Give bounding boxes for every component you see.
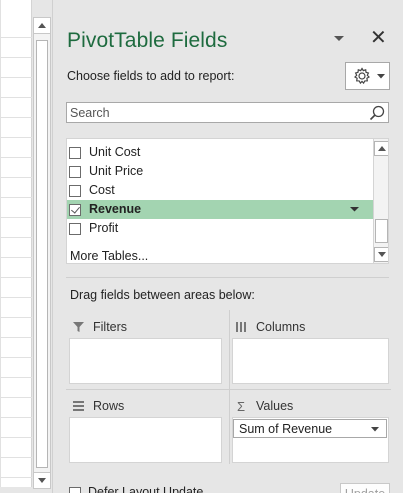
field-row-unit-price[interactable]: Unit Price bbox=[67, 162, 373, 181]
grid-line bbox=[0, 357, 32, 358]
columns-icon bbox=[235, 321, 247, 333]
scroll-thumb[interactable] bbox=[375, 219, 388, 243]
field-checkbox[interactable] bbox=[69, 166, 81, 178]
field-row-cost[interactable]: Cost bbox=[67, 181, 373, 200]
grid-line bbox=[0, 277, 32, 278]
values-area-header: Σ Values bbox=[235, 398, 294, 414]
grid-line bbox=[0, 317, 32, 318]
field-checkbox[interactable] bbox=[69, 147, 81, 159]
area-divider bbox=[229, 310, 230, 464]
field-row-revenue[interactable]: Revenue bbox=[67, 200, 373, 219]
drag-fields-label: Drag fields between areas below: bbox=[70, 288, 255, 302]
grid-line bbox=[0, 337, 32, 338]
scroll-thumb[interactable] bbox=[36, 40, 48, 468]
sheet-vertical-scrollbar[interactable] bbox=[33, 17, 51, 489]
grid-line bbox=[0, 477, 32, 478]
grid-line bbox=[0, 177, 32, 178]
chevron-down-icon[interactable] bbox=[350, 207, 359, 212]
rows-drop-area[interactable] bbox=[69, 417, 222, 463]
grid-line bbox=[0, 437, 32, 438]
pane-title: PivotTable Fields bbox=[67, 29, 228, 52]
arrow-up-icon bbox=[377, 146, 386, 151]
choose-fields-label: Choose fields to add to report: bbox=[67, 69, 235, 83]
columns-drop-area[interactable] bbox=[232, 338, 389, 384]
filters-label: Filters bbox=[93, 320, 128, 334]
field-checkbox-checked[interactable] bbox=[69, 204, 81, 216]
grid-line bbox=[0, 0, 1, 487]
filters-area-header: Filters bbox=[72, 320, 127, 334]
arrow-down-icon bbox=[38, 478, 46, 483]
field-search-box[interactable] bbox=[66, 102, 389, 123]
field-row-partial bbox=[67, 139, 373, 140]
grid-line bbox=[0, 117, 32, 118]
chevron-down-icon bbox=[334, 36, 344, 41]
chevron-down-icon[interactable] bbox=[371, 427, 379, 432]
grid-line bbox=[0, 197, 32, 198]
values-field-label: Sum of Revenue bbox=[239, 422, 333, 436]
scroll-down-button[interactable] bbox=[374, 247, 388, 262]
grid-line bbox=[0, 457, 32, 458]
chevron-down-icon bbox=[377, 73, 385, 78]
update-button[interactable]: Update bbox=[340, 483, 390, 493]
field-label: Unit Price bbox=[89, 164, 144, 178]
field-row-unit-cost[interactable]: Unit Cost bbox=[67, 143, 373, 162]
grid-line bbox=[0, 137, 32, 138]
field-list-scrollbar[interactable] bbox=[373, 139, 388, 263]
grid-line bbox=[0, 37, 32, 38]
search-icon[interactable] bbox=[368, 104, 386, 122]
field-label: Profit bbox=[89, 221, 119, 235]
grid-line bbox=[0, 77, 32, 78]
field-row-profit[interactable]: Profit bbox=[67, 219, 373, 238]
section-divider bbox=[66, 277, 389, 278]
more-tables-link[interactable]: More Tables... bbox=[70, 249, 148, 263]
field-label: Cost bbox=[89, 183, 115, 197]
columns-label: Columns bbox=[256, 320, 306, 334]
worksheet-grid[interactable] bbox=[0, 0, 32, 487]
arrow-down-icon bbox=[377, 252, 386, 257]
defer-layout-label: Defer Layout Update bbox=[88, 485, 204, 493]
pane-options-button[interactable] bbox=[332, 33, 346, 45]
grid-line bbox=[0, 297, 32, 298]
area-divider bbox=[66, 389, 391, 390]
columns-area-header: Columns bbox=[235, 320, 305, 334]
grid-line bbox=[0, 157, 32, 158]
grid-line bbox=[0, 97, 32, 98]
defer-layout-checkbox[interactable] bbox=[69, 487, 81, 493]
search-input[interactable] bbox=[70, 105, 360, 121]
filter-icon bbox=[72, 321, 84, 333]
grid-line bbox=[0, 397, 32, 398]
field-checkbox[interactable] bbox=[69, 223, 81, 235]
grid-line bbox=[0, 257, 32, 258]
field-checkbox[interactable] bbox=[69, 185, 81, 197]
sigma-icon: Σ bbox=[236, 398, 246, 414]
grid-line bbox=[0, 417, 32, 418]
close-icon[interactable]: ✕ bbox=[370, 28, 387, 48]
field-label: Unit Cost bbox=[89, 145, 141, 159]
values-label: Values bbox=[256, 399, 294, 413]
tools-button[interactable] bbox=[345, 62, 390, 90]
scroll-down-button[interactable] bbox=[34, 472, 50, 488]
rows-label: Rows bbox=[93, 399, 125, 413]
values-field-item[interactable]: Sum of Revenue bbox=[233, 419, 387, 438]
field-label: Revenue bbox=[89, 202, 142, 216]
scroll-up-button[interactable] bbox=[34, 18, 50, 34]
grid-line bbox=[0, 57, 32, 58]
filters-drop-area[interactable] bbox=[69, 338, 222, 384]
grid-line bbox=[0, 217, 32, 218]
scroll-up-button[interactable] bbox=[374, 141, 388, 156]
field-list: Unit Cost Unit Price Cost Revenue Profit… bbox=[66, 138, 389, 264]
arrow-up-icon bbox=[38, 23, 46, 28]
grid-line bbox=[0, 377, 32, 378]
grid-line bbox=[0, 237, 32, 238]
rows-icon bbox=[72, 400, 84, 412]
rows-area-header: Rows bbox=[72, 399, 124, 413]
gear-icon bbox=[354, 67, 370, 85]
